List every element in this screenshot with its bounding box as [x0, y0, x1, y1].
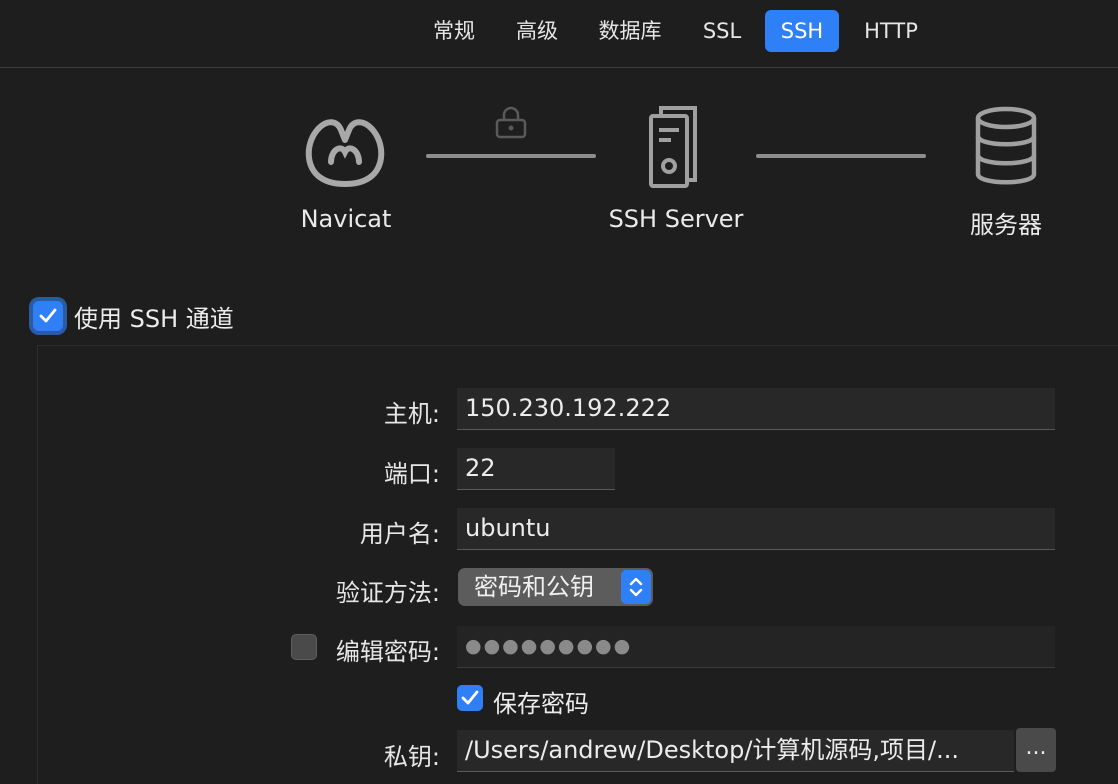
- use-ssh-tunnel-checkbox[interactable]: [33, 301, 63, 331]
- port-label: 端口:: [383, 460, 440, 488]
- use-ssh-tunnel-row: 使用 SSH 通道: [33, 296, 234, 336]
- auth-method-label: 验证方法:: [335, 579, 440, 607]
- tab-databases[interactable]: 数据库: [587, 10, 673, 52]
- client-node: Navicat: [286, 90, 406, 240]
- tab-ssl[interactable]: SSL: [691, 10, 753, 52]
- checkmark-icon: [461, 690, 479, 705]
- navicat-logo-icon: [305, 119, 385, 187]
- password-input[interactable]: ●●●●●●●●●: [457, 626, 1055, 668]
- tab-bar: 常规 高级 数据库 SSL SSH HTTP: [0, 0, 1118, 68]
- updown-chevron-icon: [621, 570, 651, 604]
- tab-general[interactable]: 常规: [420, 10, 488, 52]
- server-icon: [649, 106, 697, 188]
- browse-private-key-button[interactable]: ...: [1016, 728, 1056, 772]
- client-label: Navicat: [300, 205, 392, 233]
- tab-advanced[interactable]: 高级: [503, 10, 571, 52]
- save-password-checkbox[interactable]: [457, 685, 483, 711]
- ssh-server-label: SSH Server: [608, 205, 744, 233]
- auth-method-select[interactable]: 密码和公钥: [458, 568, 653, 606]
- port-input[interactable]: 22: [457, 448, 615, 490]
- target-server-label: 服务器: [970, 211, 1042, 239]
- host-input[interactable]: 150.230.192.222: [457, 388, 1055, 430]
- edit-password-checkbox[interactable]: [291, 634, 317, 660]
- connector-line-left: [426, 154, 596, 158]
- auth-method-value: 密码和公钥: [474, 573, 594, 601]
- checkmark-icon: [39, 308, 57, 323]
- save-password-label: 保存密码: [493, 690, 589, 718]
- tab-ssh[interactable]: SSH: [765, 10, 839, 52]
- edit-password-label: 编辑密码:: [335, 638, 440, 666]
- lock-icon: [495, 106, 527, 139]
- private-key-label: 私钥:: [383, 743, 440, 771]
- target-server-node: 服务器: [946, 90, 1066, 240]
- tab-http[interactable]: HTTP: [851, 10, 931, 52]
- ssh-server-node: SSH Server: [596, 90, 756, 240]
- host-label: 主机:: [383, 400, 440, 428]
- username-label: 用户名:: [359, 520, 440, 548]
- private-key-path-input[interactable]: /Users/andrew/Desktop/计算机源码,项目/...: [457, 730, 1014, 772]
- username-input[interactable]: ubuntu: [457, 508, 1055, 550]
- ssh-connection-diagram: Navicat SSH Server 服务器: [0, 90, 1118, 260]
- database-icon: [975, 106, 1037, 185]
- use-ssh-tunnel-label: 使用 SSH 通道: [74, 304, 234, 333]
- connector-line-right: [756, 154, 926, 158]
